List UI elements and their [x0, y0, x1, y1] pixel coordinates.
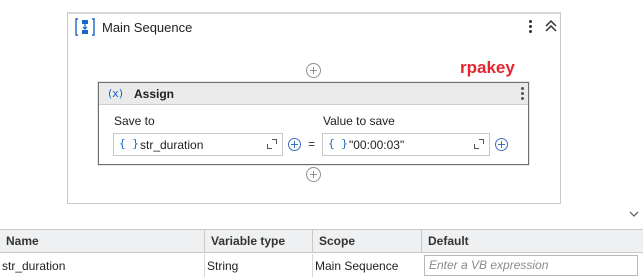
- expand-editor-icon[interactable]: [267, 139, 277, 149]
- scroll-down-chevron-icon[interactable]: [628, 209, 640, 219]
- plus-icon: [495, 138, 508, 151]
- column-header-default[interactable]: Default: [421, 230, 643, 253]
- column-header-scope[interactable]: Scope: [312, 230, 421, 253]
- sequence-header[interactable]: Main Sequence: [68, 14, 560, 40]
- variables-header-row: Name Variable type Scope Default: [0, 230, 643, 253]
- plus-icon: [288, 138, 301, 151]
- variable-type-cell[interactable]: String: [204, 254, 312, 277]
- assign-title: Assign: [134, 87, 175, 101]
- expression-braces-icon: { }: [328, 137, 348, 150]
- sequence-title: Main Sequence: [102, 20, 193, 35]
- equals-sign: =: [308, 137, 316, 151]
- main-sequence-container[interactable]: Main Sequence rpakey (x) Assign Save to …: [67, 12, 561, 204]
- save-to-field[interactable]: { } str_duration: [113, 133, 283, 156]
- value-to-save-field[interactable]: { } "00:00:03": [322, 133, 490, 156]
- collapse-chevrons-icon[interactable]: [544, 18, 558, 34]
- variable-scope-cell[interactable]: Main Sequence: [312, 254, 421, 277]
- table-row[interactable]: str_duration String Main Sequence Enter …: [0, 254, 643, 277]
- variables-panel: Name Variable type Scope Default str_dur…: [0, 229, 643, 277]
- sequence-menu-icon[interactable]: [529, 20, 533, 34]
- expand-editor-icon[interactable]: [474, 139, 484, 149]
- value-plus-button[interactable]: [492, 134, 511, 155]
- column-header-name[interactable]: Name: [0, 230, 204, 253]
- column-header-variable-type[interactable]: Variable type: [204, 230, 312, 253]
- assign-variable-icon: (x): [108, 87, 124, 100]
- default-expression-input[interactable]: Enter a VB expression: [424, 255, 638, 276]
- designer-canvas: Main Sequence rpakey (x) Assign Save to …: [0, 0, 643, 228]
- value-to-save-label: Value to save: [323, 114, 395, 128]
- assign-menu-icon[interactable]: [521, 87, 525, 101]
- watermark-text: rpakey: [460, 58, 515, 77]
- expression-braces-icon: { }: [119, 137, 139, 150]
- save-to-label: Save to: [114, 114, 155, 128]
- add-activity-top-icon[interactable]: [306, 63, 321, 78]
- save-to-value[interactable]: str_duration: [140, 138, 203, 152]
- assign-activity[interactable]: (x) Assign Save to Value to save { } str…: [98, 82, 529, 165]
- save-to-plus-button[interactable]: [285, 134, 304, 155]
- sequence-icon: [75, 18, 95, 36]
- variable-name-cell[interactable]: str_duration: [0, 254, 204, 277]
- add-activity-bottom-icon[interactable]: [306, 167, 321, 182]
- assign-header[interactable]: (x) Assign: [99, 83, 528, 105]
- value-to-save-value[interactable]: "00:00:03": [349, 138, 404, 152]
